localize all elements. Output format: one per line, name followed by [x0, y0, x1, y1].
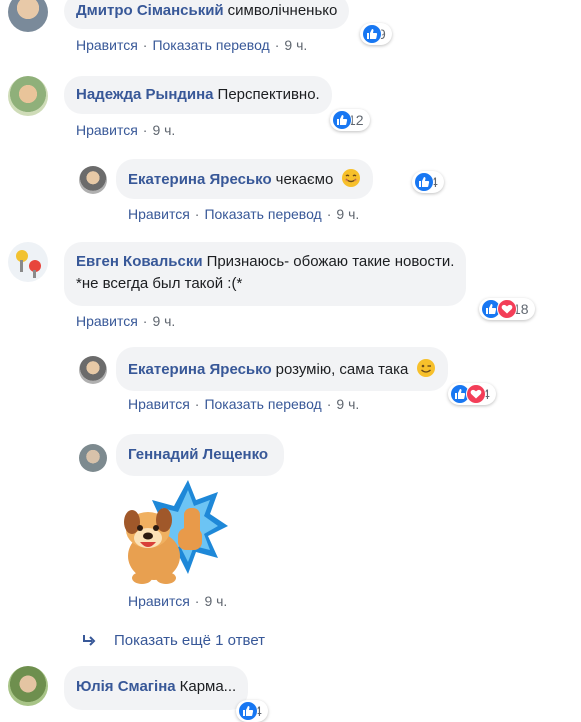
pushpin-icon — [16, 250, 41, 278]
comment-text: Карма... — [179, 678, 237, 695]
comment-author[interactable]: Юлія Смагіна — [76, 678, 176, 695]
like-link[interactable]: Нравится — [76, 313, 138, 329]
comment-text: Признаюсь- обожаю такие новости. — [206, 253, 455, 270]
reaction-count[interactable]: 9 — [360, 23, 392, 45]
like-icon — [362, 24, 382, 44]
comment-text: чекаємо — [275, 171, 334, 188]
avatar[interactable] — [8, 666, 48, 706]
translate-link[interactable]: Показать перевод — [204, 396, 321, 412]
more-replies-link[interactable]: Показать ещё 1 ответ — [82, 632, 265, 649]
comment-actions: Нравится · Показать перевод · 9 ч. — [76, 37, 308, 53]
comment-bubble: Юлія Смагіна Карма... — [64, 666, 249, 710]
comment-text-line-2: *не всегда был такой :(* — [76, 275, 243, 292]
like-icon — [238, 701, 258, 721]
love-icon — [497, 299, 517, 319]
comment-author[interactable]: Евген Ковальски — [76, 253, 203, 270]
thumbs-up-dog-sticker-icon[interactable] — [118, 478, 228, 588]
avatar[interactable] — [8, 0, 48, 32]
timestamp[interactable]: 9 ч. — [152, 313, 175, 329]
like-link[interactable]: Нравится — [128, 396, 190, 412]
avatar[interactable] — [8, 242, 48, 282]
comment-bubble: Дмитро Сіманський символічненько — [64, 0, 350, 29]
comment-actions: Нравится · 9 ч. — [128, 593, 228, 609]
timestamp[interactable]: 9 ч. — [152, 122, 175, 138]
comment-text: розумію, сама така — [275, 361, 409, 378]
love-icon — [466, 384, 486, 404]
smile-emoji-icon — [341, 168, 361, 195]
timestamp[interactable]: 9 ч. — [336, 206, 359, 222]
translate-link[interactable]: Показать перевод — [204, 206, 321, 222]
reaction-count[interactable]: 12 — [330, 109, 370, 131]
like-link[interactable]: Нравится — [76, 122, 138, 138]
translate-link[interactable]: Показать перевод — [152, 37, 269, 53]
comment-author[interactable]: Надежда Рындина — [76, 86, 214, 103]
comment-text: символічненько — [227, 2, 338, 19]
comment-author[interactable]: Екатерина Яресько — [128, 361, 272, 378]
avatar[interactable] — [79, 356, 107, 384]
comment-actions: Нравится · 9 ч. — [76, 122, 176, 138]
timestamp[interactable]: 9 ч. — [204, 593, 227, 609]
reaction-count[interactable]: 4 — [448, 383, 496, 405]
reply-arrow-icon — [83, 634, 96, 646]
like-link[interactable]: Нравится — [128, 593, 190, 609]
comment-author[interactable]: Дмитро Сіманський — [76, 2, 224, 19]
reply-bubble: Екатерина Яресько чекаємо — [116, 159, 373, 199]
comment-bubble: Надежда Рындина Перспективно. — [64, 76, 332, 114]
reaction-count[interactable]: 4 — [412, 171, 444, 193]
avatar[interactable] — [79, 166, 107, 194]
comment-actions: Нравится · Показать перевод · 9 ч. — [128, 206, 360, 222]
comment-author[interactable]: Геннадий Лещенко — [128, 446, 268, 463]
wink-emoji-icon — [416, 358, 436, 385]
reaction-count[interactable]: 18 — [479, 298, 535, 320]
timestamp[interactable]: 9 ч. — [284, 37, 307, 53]
timestamp[interactable]: 9 ч. — [336, 396, 359, 412]
like-icon — [414, 172, 434, 192]
like-link[interactable]: Нравится — [128, 206, 190, 222]
comment-text: Перспективно. — [217, 86, 320, 103]
comment-bubble: Евген Ковальски Признаюсь- обожаю такие н… — [64, 242, 467, 306]
reply-bubble: Екатерина Яресько розумію, сама така — [116, 347, 448, 391]
like-icon — [332, 110, 352, 130]
avatar[interactable] — [79, 444, 107, 472]
comment-actions: Нравится · Показать перевод · 9 ч. — [128, 396, 360, 412]
comment-actions: Нравится · 9 ч. — [76, 313, 176, 329]
reaction-count[interactable]: 4 — [236, 700, 268, 722]
avatar[interactable] — [8, 76, 48, 116]
like-link[interactable]: Нравится — [76, 37, 138, 53]
reply-bubble: Геннадий Лещенко — [116, 434, 285, 476]
comment-author[interactable]: Екатерина Яресько — [128, 171, 272, 188]
